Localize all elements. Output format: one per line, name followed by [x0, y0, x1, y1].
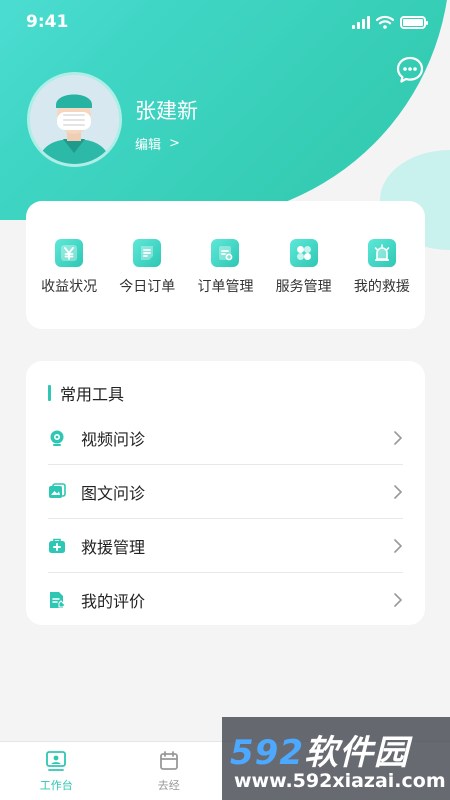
chevron-right-icon: [394, 484, 403, 499]
tool-label: 救援管理: [81, 537, 146, 557]
edit-profile-link[interactable]: 编辑 >: [135, 134, 180, 153]
siren-icon: [367, 239, 396, 267]
status-icons: [352, 15, 428, 29]
quick-action-order-management[interactable]: 订单管理: [187, 239, 263, 296]
quick-action-label: 今日订单: [119, 279, 176, 295]
webcam-icon: [48, 429, 66, 447]
section-title-text: 常用工具: [60, 385, 125, 404]
tool-label: 我的评价: [81, 592, 146, 611]
quick-action-label: 服务管理: [275, 279, 332, 295]
tool-item-video-consult[interactable]: 视频问诊: [48, 411, 403, 465]
chevron-right-icon: >: [169, 136, 180, 151]
doctor-avatar-icon: [30, 75, 119, 164]
tab-label: 工作台: [39, 779, 73, 792]
yen-icon: [55, 239, 84, 267]
edit-document-icon: [48, 591, 66, 609]
cellular-signal-icon: [352, 15, 370, 29]
profile-name: 张建新: [135, 99, 198, 123]
grid-icon: [289, 239, 318, 267]
tab-second[interactable]: 去经: [113, 742, 226, 800]
tool-label: 视频问诊: [81, 429, 146, 449]
chevron-right-icon: [394, 430, 403, 445]
battery-icon: [400, 15, 428, 29]
clipboard-gear-icon: [211, 239, 240, 267]
quick-action-label: 收益状况: [41, 279, 98, 295]
wifi-icon: [376, 15, 394, 29]
watermark-brand: 592软件园: [230, 725, 409, 774]
quick-action-service-management[interactable]: 服务管理: [266, 239, 342, 296]
edit-label: 编辑: [135, 138, 162, 153]
title-accent-bar: [48, 385, 51, 401]
quick-actions-card: 收益状况 今日订单 订单管理 服务管理 我的救援: [26, 201, 425, 329]
tool-item-my-reviews[interactable]: 我的评价: [48, 573, 403, 627]
tab-workbench[interactable]: 工作台: [0, 742, 113, 800]
quick-actions-row: 收益状况 今日订单 订单管理 服务管理 我的救援: [26, 239, 425, 296]
status-time: 9:41: [26, 12, 69, 32]
chevron-right-icon: [394, 538, 403, 553]
tool-list: 视频问诊 图文问诊 救援管理 我的评价: [48, 411, 403, 627]
section-title: 常用工具: [48, 381, 124, 405]
watermark: 592软件园 www.592xiazai.com: [222, 717, 450, 800]
tool-item-rescue-management[interactable]: 救援管理: [48, 519, 403, 573]
status-bar: 9:41: [0, 0, 450, 44]
tab-label: 去经: [157, 779, 180, 792]
calendar-icon: [159, 751, 178, 770]
quick-action-income[interactable]: 收益状况: [31, 239, 107, 296]
document-icon: [133, 239, 162, 267]
quick-action-today-orders[interactable]: 今日订单: [109, 239, 185, 296]
tool-item-image-text-consult[interactable]: 图文问诊: [48, 465, 403, 519]
medical-kit-icon: [48, 537, 66, 555]
tool-label: 图文问诊: [81, 483, 146, 503]
watermark-brand-text: 软件园: [303, 733, 409, 773]
image-text-icon: [48, 482, 66, 501]
quick-action-label: 订单管理: [197, 279, 254, 295]
chevron-right-icon: [394, 593, 403, 607]
watermark-url: www.592xiazai.com: [234, 770, 446, 792]
quick-action-my-rescue[interactable]: 我的救援: [344, 239, 420, 296]
avatar[interactable]: [27, 72, 122, 167]
workbench-icon: [46, 751, 67, 771]
quick-action-label: 我的救援: [353, 279, 410, 295]
common-tools-card: 常用工具 视频问诊 图文问诊 救援管理 我的评价: [26, 361, 425, 625]
watermark-brand-number: 592: [230, 733, 304, 773]
message-icon[interactable]: [396, 56, 424, 84]
